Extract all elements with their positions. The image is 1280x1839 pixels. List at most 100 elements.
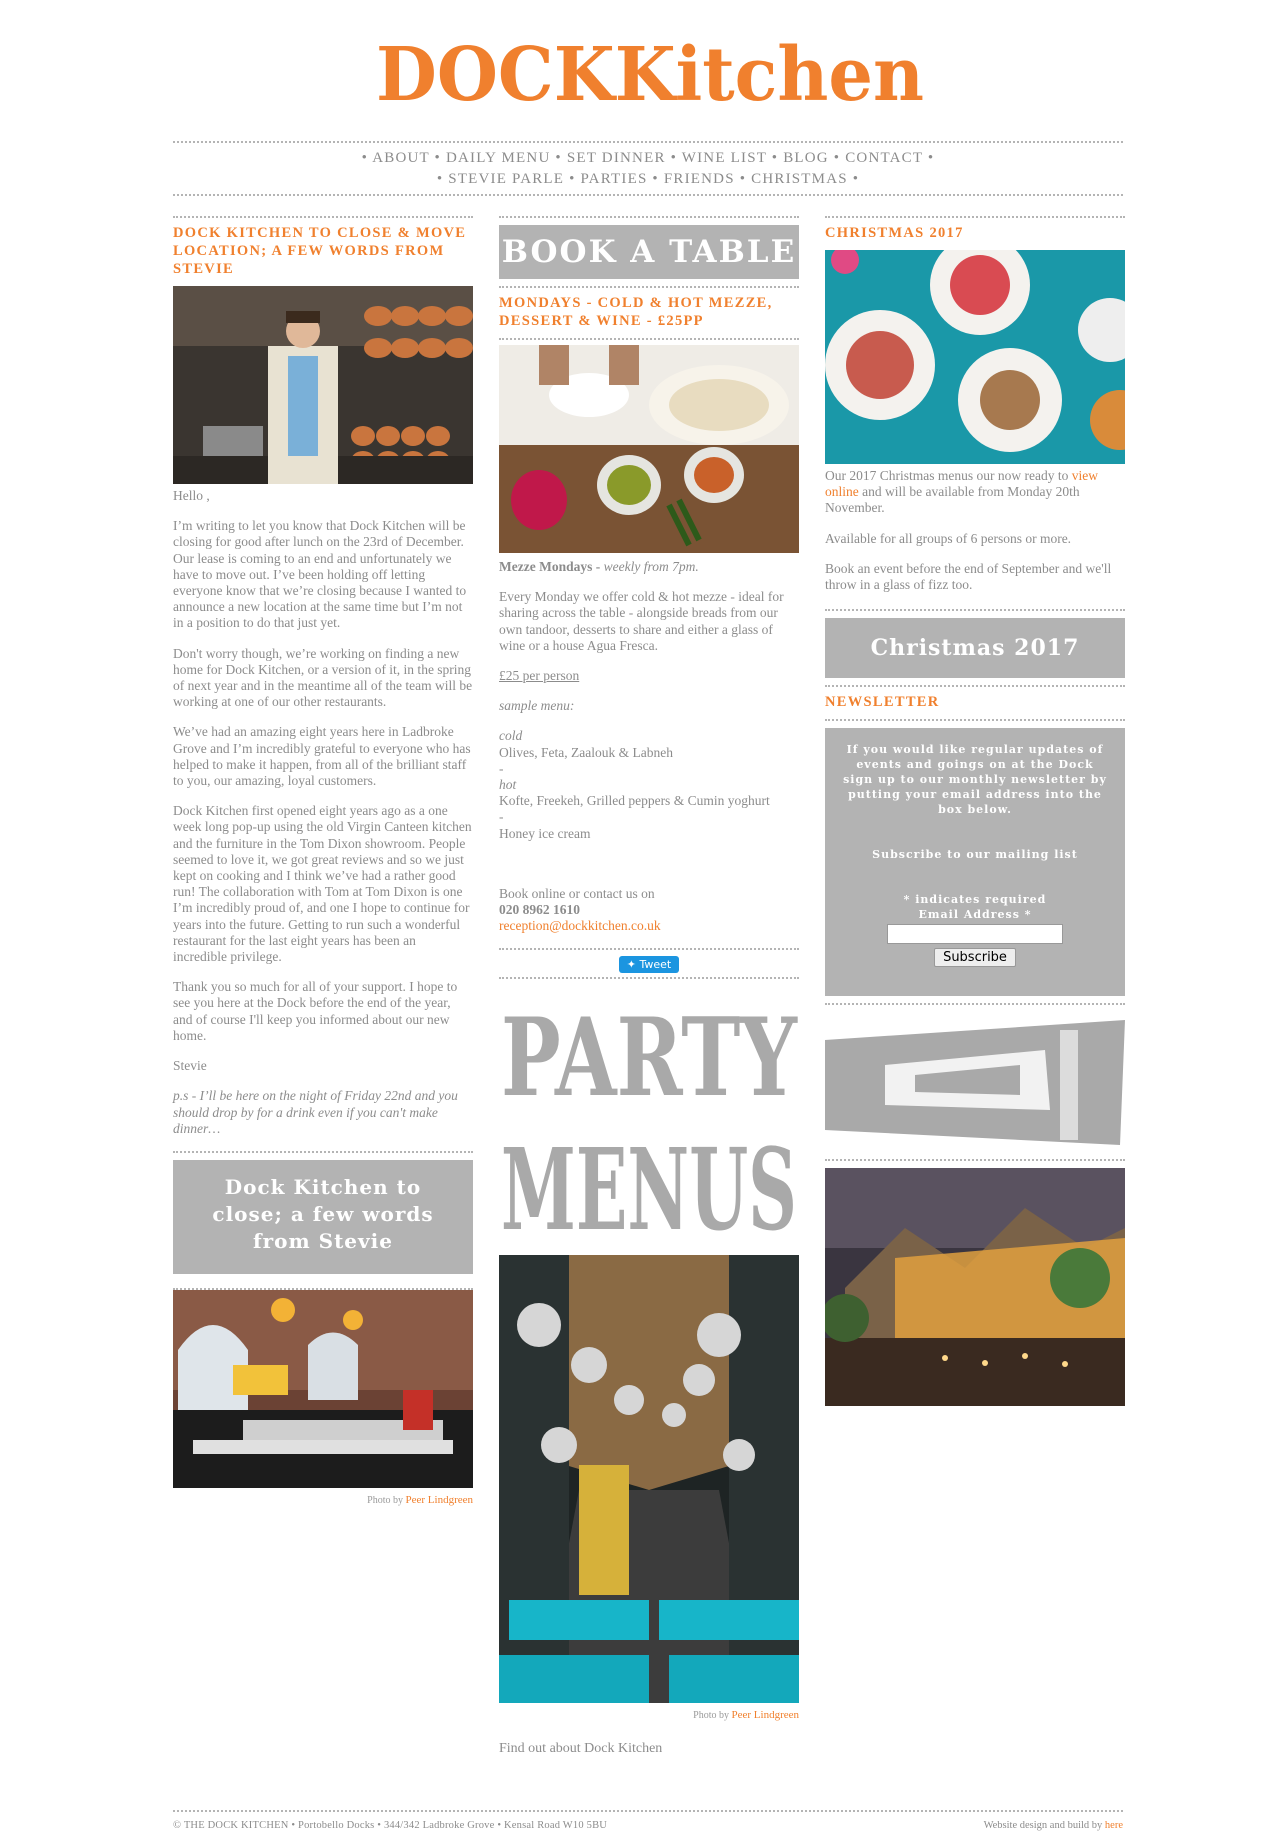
photo-credit-label: Photo by <box>367 1494 403 1506</box>
twitter-bird-icon: ✦ <box>626 958 636 972</box>
email-link[interactable]: reception@dockkitchen.co.uk <box>499 918 661 933</box>
book-online-text: Book online or contact us on <box>499 885 655 901</box>
nav-divider-bottom <box>173 194 1123 196</box>
tweet-wrap: ✦ Tweet <box>499 953 799 974</box>
nav-stevie-parle[interactable]: STEVIE PARLE <box>448 171 564 187</box>
divider <box>825 1003 1125 1006</box>
find-out-link[interactable]: Find out about Dock Kitchen <box>499 1741 799 1757</box>
christmas-groups: Available for all groups of 6 persons or… <box>825 530 1072 546</box>
decorative-letter-graphic <box>825 1020 1125 1146</box>
footer-divider <box>173 1810 1123 1812</box>
footer-credit: Website design and build by here <box>984 1820 1123 1831</box>
christmas-offer: Book an event before the end of Septembe… <box>825 560 1112 593</box>
stevie-portrait-photo <box>173 286 473 484</box>
christmas-food-photo <box>825 250 1125 464</box>
hot-label: hot <box>499 777 517 793</box>
party-text: PARTY <box>501 995 798 1121</box>
dessert-item: Honey ice cream <box>499 825 591 841</box>
newsletter-signup: If you would like regular updates of eve… <box>825 728 1125 997</box>
mezze-food-photo <box>499 345 799 553</box>
cold-label: cold <box>499 728 523 744</box>
logo-text: DOCKKitchen <box>376 36 924 114</box>
divider <box>499 216 799 218</box>
sample-menu: cold Olives, Feta, Zaalouk & Labneh - ho… <box>499 728 799 841</box>
nav-wine-list[interactable]: WINE LIST <box>682 150 767 166</box>
email-label: Email Address * <box>918 908 1032 922</box>
newsletter-heading: NEWSLETTER <box>825 694 940 711</box>
subscribe-button[interactable]: Subscribe <box>934 948 1016 968</box>
left-column: DOCK KITCHEN TO CLOSE & MOVE LOCATION; A… <box>173 216 473 1509</box>
photographer-link[interactable]: Peer Lindgreen <box>732 1709 800 1721</box>
right-column: CHRISTMAS 2017 Our 2017 Christmas menus … <box>825 216 1125 1407</box>
divider <box>173 1150 473 1153</box>
nav-friends[interactable]: FRIENDS <box>664 171 735 187</box>
newsletter-intro: If you would like regular updates of eve… <box>843 743 1107 817</box>
divider <box>825 1159 1125 1162</box>
photo-credit: Photo by Peer Lindgreen <box>173 1492 473 1509</box>
post-heading[interactable]: DOCK KITCHEN TO CLOSE & MOVE LOCATION; A… <box>173 218 473 286</box>
divider <box>825 719 1125 722</box>
menu-separator: - <box>499 760 504 776</box>
christmas-heading[interactable]: CHRISTMAS 2017 <box>825 218 1125 250</box>
post-paragraph: Thank you so much for all of your suppor… <box>173 979 458 1043</box>
sample-menu-label: sample menu: <box>499 698 575 714</box>
menu-separator: - <box>499 809 504 825</box>
subscribe-title: Subscribe to our mailing list <box>872 848 1078 862</box>
post-signoff: Stevie <box>173 1058 207 1074</box>
cold-items: Olives, Feta, Zaalouk & Labneh <box>499 744 673 760</box>
divider <box>499 977 799 980</box>
nav-set-dinner[interactable]: SET DINNER <box>567 150 666 166</box>
nav-divider-top <box>173 141 1123 143</box>
middle-column: BOOK A TABLE MONDAYS - COLD & HOT MEZZE,… <box>499 216 799 1771</box>
dock-exterior-night-photo <box>825 1168 1125 1407</box>
footer-credit-text: Website design and build by <box>983 1820 1103 1831</box>
party-menus-graphic[interactable]: PARTY MENUS <box>499 987 799 1247</box>
post-ps: p.s - I’ll be here on the night of Frida… <box>173 1088 458 1136</box>
mezze-time: weekly from 7pm. <box>603 559 699 574</box>
nav-christmas[interactable]: CHRISTMAS <box>751 171 848 187</box>
page: DOCKKitchen • ABOUT • DAILY MENU • SET D… <box>0 0 1280 1839</box>
close-announcement-button[interactable]: Dock Kitchen to close; a few words from … <box>173 1159 473 1274</box>
mezze-title: Mezze Mondays - <box>499 559 601 574</box>
photo-credit-label: Photo by <box>693 1710 729 1722</box>
main-nav: • ABOUT • DAILY MENU • SET DINNER • WINE… <box>173 148 1123 190</box>
email-input[interactable] <box>887 924 1063 945</box>
nav-row-2: • STEVIE PARLE • PARTIES • FRIENDS • CHR… <box>436 171 860 187</box>
christmas-text: and will be available from Monday 20th N… <box>825 484 1080 516</box>
mezze-price: £25 per person <box>499 668 799 684</box>
nav-contact[interactable]: CONTACT <box>845 150 923 166</box>
post-paragraph: We’ve had an amazing eight years here in… <box>173 724 471 789</box>
hot-items: Kofte, Freekeh, Grilled peppers & Cumin … <box>499 793 770 809</box>
nav-blog[interactable]: BLOG <box>783 150 829 166</box>
mezze-intro: Mezze Mondays - weekly from 7pm. <box>499 559 799 575</box>
christmas-2017-button[interactable]: Christmas 2017 <box>825 618 1125 679</box>
required-note: * indicates required <box>903 893 1047 907</box>
divider <box>499 338 799 340</box>
nav-daily-menu[interactable]: DAILY MENU <box>446 150 551 166</box>
dining-hall-photo <box>499 1255 799 1704</box>
tweet-button[interactable]: ✦ Tweet <box>618 956 680 974</box>
divider <box>499 948 799 951</box>
nav-parties[interactable]: PARTIES <box>581 171 648 187</box>
restaurant-interior-photo <box>173 1289 473 1488</box>
post-greeting: Hello , <box>173 488 210 503</box>
contact-block: Book online or contact us on 020 8962 16… <box>499 886 799 935</box>
nav-about[interactable]: ABOUT <box>372 150 429 166</box>
post-paragraph: Don't worry though, we’re working on fin… <box>173 645 473 710</box>
divider <box>825 609 1125 612</box>
mezze-heading[interactable]: MONDAYS - COLD & HOT MEZZE, DESSERT & WI… <box>499 288 799 338</box>
photo-credit: Photo by Peer Lindgreen <box>499 1707 799 1724</box>
footer-credit-link[interactable]: here <box>1105 1820 1123 1831</box>
price-text: £25 per person <box>499 668 580 684</box>
mezze-description: Every Monday we offer cold & hot mezze -… <box>499 589 784 653</box>
post-paragraph: I’m writing to let you know that Dock Ki… <box>173 518 467 631</box>
christmas-intro: Our 2017 Christmas menus our now ready t… <box>825 468 1125 517</box>
footer-address: © THE DOCK KITCHEN • Portobello Docks • … <box>173 1820 608 1831</box>
photographer-link[interactable]: Peer Lindgreen <box>406 1494 474 1506</box>
christmas-text: Our 2017 Christmas menus our now ready t… <box>825 468 1069 483</box>
book-a-table-button[interactable]: BOOK A TABLE <box>499 225 799 279</box>
dock-kitchen-logo[interactable]: DOCKKitchen <box>376 36 924 114</box>
tweet-label: Tweet <box>639 958 672 972</box>
phone-number[interactable]: 020 8962 1610 <box>499 902 580 917</box>
post-paragraph: Dock Kitchen first opened eight years ag… <box>173 803 472 965</box>
